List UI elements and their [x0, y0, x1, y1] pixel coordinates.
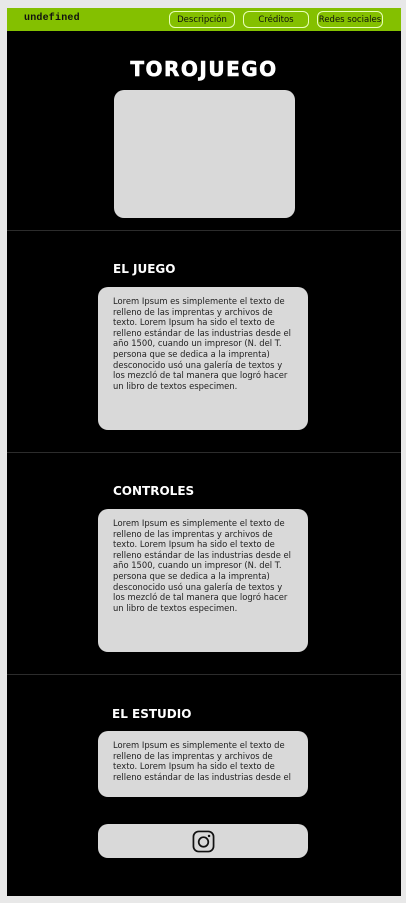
section-title-juego: EL JUEGO: [113, 262, 176, 276]
card-juego: Lorem Ipsum es simplemente el texto de r…: [98, 287, 308, 430]
page: undefined Descripción Créditos Redes soc…: [7, 8, 401, 896]
brand-logo: undefined: [24, 13, 80, 24]
section-divider: [7, 452, 401, 453]
hero-section: TOROJUEGO: [7, 31, 401, 230]
section-title-estudio: EL ESTUDIO: [112, 707, 192, 721]
section-title-controles: CONTROLES: [113, 484, 195, 498]
card-controles: Lorem Ipsum es simplemente el texto de r…: [98, 509, 308, 652]
hero-title: TOROJUEGO: [130, 57, 278, 82]
navbar: undefined Descripción Créditos Redes soc…: [7, 8, 401, 31]
section-divider: [7, 230, 401, 231]
hero-image-placeholder: [114, 90, 295, 218]
card-estudio: Lorem Ipsum es simplemente el texto de r…: [98, 731, 308, 797]
nav-link-creditos[interactable]: Créditos: [243, 11, 309, 28]
section-divider: [7, 674, 401, 675]
social-links-card: [98, 824, 308, 858]
instagram-icon[interactable]: [192, 830, 215, 853]
nav-link-descripcion[interactable]: Descripción: [169, 11, 235, 28]
nav-link-redes-sociales[interactable]: Redes sociales: [317, 11, 383, 28]
